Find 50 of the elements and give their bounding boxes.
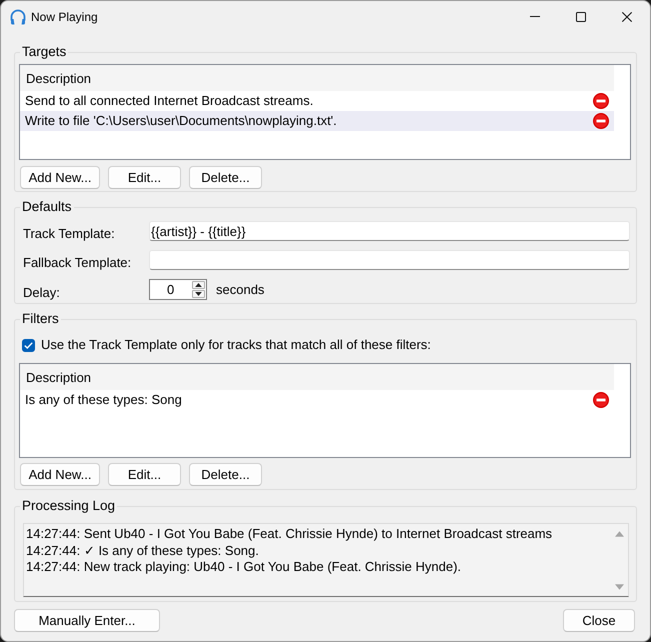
minimize-icon <box>530 16 540 17</box>
caret-down-icon <box>195 292 202 296</box>
number-spinbox[interactable]: 0 <box>149 279 207 300</box>
spin-up-button[interactable] <box>192 281 205 289</box>
minus-circle-icon[interactable] <box>593 113 609 129</box>
unit-label: seconds <box>216 282 264 298</box>
list-row[interactable]: Is any of these types: Song <box>20 390 614 410</box>
text-field[interactable] <box>149 250 630 270</box>
list-row[interactable]: Send to all connected Internet Broadcast streams. <box>20 91 614 111</box>
list-action-button[interactable]: Edit... <box>108 166 181 189</box>
text-field[interactable]: {{artist}} - {{title}} <box>149 221 630 241</box>
log-text-area[interactable] <box>23 523 629 597</box>
dialog-button[interactable]: Close <box>563 609 635 632</box>
row-text: Send to all connected Internet Broadcast streams. <box>25 93 314 109</box>
field-label: Fallback Template: <box>22 255 132 271</box>
list-action-button[interactable]: Edit... <box>108 463 181 486</box>
group-title: Defaults <box>21 199 73 215</box>
row-text: Is any of these types: Song <box>25 392 182 408</box>
list-row[interactable]: Write to file 'C:\Users\user\Documents\nowplaying.txt'. <box>20 111 614 131</box>
maximize-icon <box>576 12 586 22</box>
checkbox[interactable] <box>22 338 35 352</box>
row-text: Write to file 'C:\Users\user\Documents\nowplaying.txt'. <box>25 113 337 129</box>
field-label: Track Template: <box>22 226 116 242</box>
list-action-button[interactable]: Add New... <box>20 166 100 189</box>
column-header: Description <box>20 65 614 91</box>
scroll-up-icon <box>614 531 624 537</box>
log-line: 14:27:44: ✓ Is any of these types: Song. <box>26 542 259 559</box>
minus-circle-icon[interactable] <box>593 392 609 408</box>
scroll-down-icon <box>614 584 624 590</box>
close-icon <box>622 12 632 22</box>
field-label: Delay: <box>22 285 61 301</box>
minus-circle-icon[interactable] <box>593 93 609 109</box>
caret-up-icon <box>195 283 202 287</box>
log-line: 14:27:44: New track playing: Ub40 - I Got You Babe (Feat. Chrissie Hynde). <box>26 559 462 576</box>
list-box[interactable]: Description Is any of these types: Song <box>19 363 631 458</box>
list-action-button[interactable]: Add New... <box>20 463 100 486</box>
checkmark-icon <box>24 342 33 348</box>
checkbox-label: Use the Track Template only for tracks that match all of these filters: <box>41 337 431 353</box>
log-line: 14:27:44: Sent Ub40 - I Got You Babe (Feat. Chrissie Hynde) to Internet Broadcast streams <box>26 526 552 542</box>
spin-down-button[interactable] <box>192 290 205 298</box>
list-box[interactable]: Description Send to all connected Internet Broadcast streams. Write to file 'C:\Users\user\Documents\nowplaying.txt'. <box>19 64 631 160</box>
group-title: Processing Log <box>21 498 116 514</box>
list-action-button[interactable]: Delete... <box>189 463 262 486</box>
dialog-button[interactable]: Manually Enter... <box>14 609 160 632</box>
window-title: Now Playing <box>31 8 98 24</box>
list-action-button[interactable]: Delete... <box>189 166 262 189</box>
group-title: Filters <box>21 311 60 327</box>
headphones-icon <box>9 8 27 26</box>
column-header: Description <box>20 364 614 390</box>
group-title: Targets <box>21 44 68 60</box>
